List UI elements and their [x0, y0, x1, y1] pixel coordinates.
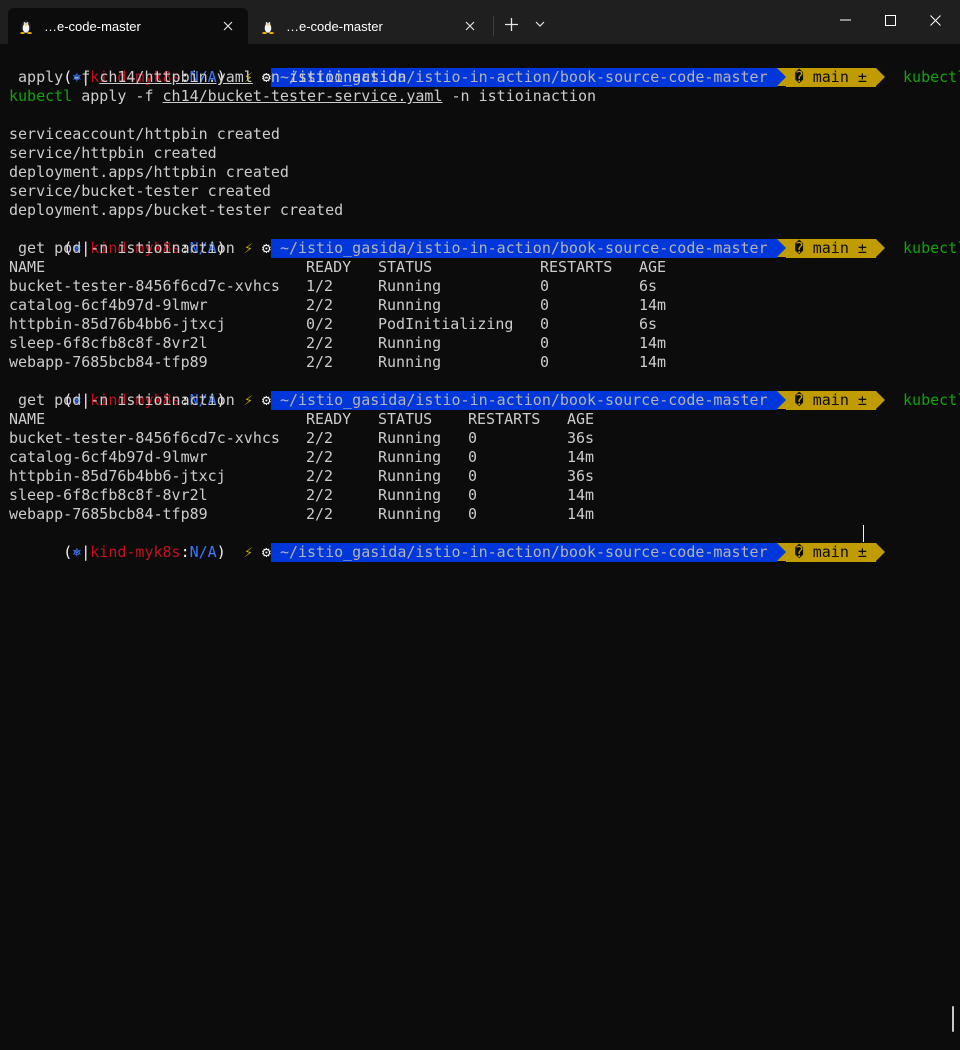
table-row: webapp-7685bcb84-tfp89 2/2 Running 0 14m — [9, 505, 595, 523]
bolt-icon: ⚡ — [243, 239, 253, 257]
output-line: deployment.apps/bucket-tester created — [9, 201, 344, 219]
text-cursor — [863, 525, 864, 542]
prompt-line: (⎈|kind-myk8s:N/A) ⚡ ⚙ ~/istio_gasida/is… — [9, 49, 960, 87]
command-word: kubectl — [903, 239, 960, 257]
git-branch-icon: � — [794, 239, 804, 257]
maximize-button[interactable] — [867, 0, 913, 40]
tab-title: …e-code-master — [44, 18, 141, 34]
terminal-window: …e-code-master …e-code-master (⎈|kind-my… — [0, 0, 960, 1050]
title-bar: …e-code-master …e-code-master — [0, 0, 960, 44]
terminal-buffer[interactable]: (⎈|kind-myk8s:N/A) ⚡ ⚙ ~/istio_gasida/is… — [0, 44, 960, 1050]
git-segment: � main ± — [785, 68, 876, 87]
maximize-icon — [884, 14, 896, 26]
table-row: webapp-7685bcb84-tfp89 2/2 Running 0 14m — [9, 353, 667, 371]
powerline-separator — [776, 239, 786, 257]
output-line: serviceaccount/httpbin created — [9, 125, 280, 143]
table-row: bucket-tester-8456f6cd7c-xvhcs 1/2 Runni… — [9, 277, 658, 295]
git-branch-icon: � — [794, 543, 804, 561]
gear-icon: ⚙ — [261, 391, 271, 409]
table-row: httpbin-85d76b4bb6-jtxcj 2/2 Running 0 3… — [9, 467, 595, 485]
tab-inactive[interactable]: …e-code-master — [250, 8, 490, 44]
table-row: catalog-6cf4b97d-9lmwr 2/2 Running 0 14m — [9, 296, 667, 314]
git-segment: � main ± — [785, 239, 876, 258]
table-row: catalog-6cf4b97d-9lmwr 2/2 Running 0 14m — [9, 448, 595, 466]
plus-icon — [504, 17, 518, 31]
powerline-separator — [875, 239, 885, 257]
tab-dropdown-button[interactable] — [528, 8, 552, 40]
minimize-button[interactable] — [822, 0, 868, 40]
path-segment: ~/istio_gasida/istio-in-action/book-sour… — [270, 391, 777, 410]
gear-icon: ⚙ — [261, 239, 271, 257]
git-branch-icon: � — [794, 391, 804, 409]
table-header: NAME READY STATUS RESTARTS AGE — [9, 258, 667, 276]
table-row: httpbin-85d76b4bb6-jtxcj 0/2 PodInitiali… — [9, 315, 658, 333]
powerline-separator — [875, 543, 885, 561]
path-segment: ~/istio_gasida/istio-in-action/book-sour… — [270, 543, 777, 562]
minimize-icon — [839, 19, 851, 21]
kubernetes-icon: ⎈ — [72, 543, 82, 561]
scrollbar-thumb[interactable] — [952, 1006, 954, 1032]
command-word: kubectl — [903, 68, 960, 86]
close-window-button[interactable] — [912, 0, 958, 40]
powerline-separator — [776, 543, 786, 561]
git-segment: � main ± — [785, 391, 876, 410]
command-line: apply -f ch14/httpbin.yaml -n istioinact… — [9, 68, 407, 86]
tab-title: …e-code-master — [286, 18, 383, 34]
git-segment: � main ± — [785, 543, 876, 562]
output-line: deployment.apps/httpbin created — [9, 163, 289, 181]
output-line: service/bucket-tester created — [9, 182, 271, 200]
powerline-separator — [776, 391, 786, 409]
close-icon — [929, 14, 941, 26]
powerline-separator — [776, 68, 786, 86]
path-segment: ~/istio_gasida/istio-in-action/book-sour… — [270, 239, 777, 258]
prompt-line: (⎈|kind-myk8s:N/A) ⚡ ⚙ ~/istio_gasida/is… — [9, 220, 960, 258]
table-row: sleep-6f8cfb8c8f-8vr2l 2/2 Running 0 14m — [9, 486, 595, 504]
gear-icon: ⚙ — [261, 543, 271, 561]
linux-penguin-icon — [260, 18, 276, 34]
new-tab-button[interactable] — [497, 8, 525, 40]
table-row: sleep-6f8cfb8c8f-8vr2l 2/2 Running 0 14m — [9, 334, 667, 352]
powerline-separator — [875, 68, 885, 86]
chevron-down-icon — [535, 21, 545, 27]
output-line: service/httpbin created — [9, 144, 217, 162]
kube-namespace: N/A — [189, 543, 217, 561]
command-line: kubectl apply -f ch14/bucket-tester-serv… — [9, 87, 597, 105]
table-row: bucket-tester-8456f6cd7c-xvhcs 2/2 Runni… — [9, 429, 595, 447]
tab-active[interactable]: …e-code-master — [8, 8, 248, 44]
tab-divider — [493, 16, 494, 36]
close-tab-icon[interactable] — [214, 12, 242, 40]
prompt-line: (⎈|kind-myk8s:N/A) ⚡ ⚙ ~/istio_gasida/is… — [9, 372, 960, 410]
bolt-icon: ⚡ — [243, 391, 253, 409]
kube-context: kind-myk8s — [90, 543, 181, 561]
table-header: NAME READY STATUS RESTARTS AGE — [9, 410, 595, 428]
bolt-icon: ⚡ — [243, 543, 253, 561]
command-line: get pod -n istioinaction — [9, 391, 235, 409]
powerline-separator — [875, 391, 885, 409]
close-tab-icon[interactable] — [456, 12, 484, 40]
linux-penguin-icon — [18, 18, 34, 34]
command-word: kubectl — [903, 391, 960, 409]
prompt-line: (⎈|kind-myk8s:N/A) ⚡ ⚙ ~/istio_gasida/is… — [9, 524, 885, 562]
command-line: get pod -n istioinaction — [9, 239, 235, 257]
git-branch-icon: � — [794, 68, 804, 86]
